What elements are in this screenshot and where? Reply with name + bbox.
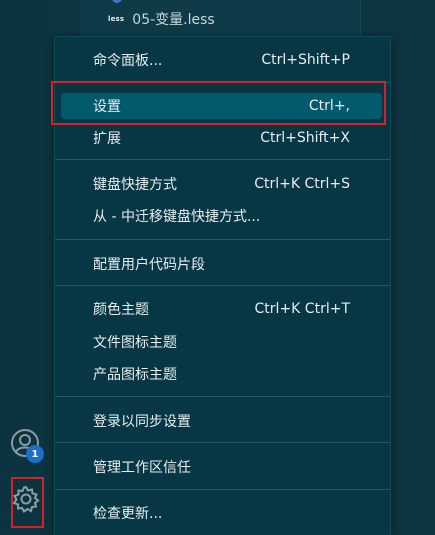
menu-item-settings-sync[interactable]: 登录以同步设置 xyxy=(61,408,382,434)
menu-item-color-theme[interactable]: 颜色主题 Ctrl+K Ctrl+T xyxy=(61,296,382,322)
file-name: 05-变量.less xyxy=(132,12,215,28)
menu-item-file-icon-theme[interactable]: 文件图标主题 xyxy=(61,329,382,355)
gear-highlight-annotation xyxy=(11,477,44,528)
menu-item-label: 文件图标主题 xyxy=(93,335,177,351)
menu-separator xyxy=(55,489,390,490)
menu-item-shortcut: Ctrl+K Ctrl+T xyxy=(254,301,350,317)
menu-separator xyxy=(55,396,390,397)
menu-item-workspace-trust[interactable]: 管理工作区信任 xyxy=(61,454,382,480)
menu-item-extensions[interactable]: 扩展 Ctrl+Shift+X xyxy=(61,125,382,151)
menu-item-migrate-keybindings[interactable]: 从 - 中迁移键盘快捷方式... xyxy=(61,203,382,229)
menu-item-user-snippets[interactable]: 配置用户代码片段 xyxy=(61,251,382,277)
settings-highlight-annotation xyxy=(51,81,386,125)
file-status-dot xyxy=(112,0,122,3)
menu-item-shortcut: Ctrl+Shift+X xyxy=(260,130,350,146)
menu-item-label: 颜色主题 xyxy=(93,302,149,318)
menu-separator xyxy=(55,285,390,286)
menu-item-check-updates[interactable]: 检查更新... xyxy=(61,500,382,526)
menu-separator xyxy=(55,239,390,240)
menu-item-shortcut: Ctrl+K Ctrl+S xyxy=(254,176,350,192)
menu-item-product-icon-theme[interactable]: 产品图标主题 xyxy=(61,361,382,387)
menu-item-label: 命令面板... xyxy=(93,53,163,69)
menu-item-label: 登录以同步设置 xyxy=(93,414,191,430)
less-file-icon: less xyxy=(108,15,125,23)
explorer-file-row[interactable]: less 05-变量.less xyxy=(80,0,361,36)
menu-item-label: 扩展 xyxy=(93,131,121,147)
menu-item-label: 管理工作区信任 xyxy=(93,460,191,476)
menu-item-command-palette[interactable]: 命令面板... Ctrl+Shift+P xyxy=(61,47,382,73)
activity-bar: 1 xyxy=(0,0,48,534)
menu-item-label: 产品图标主题 xyxy=(93,367,177,383)
menu-item-keyboard-shortcuts[interactable]: 键盘快捷方式 Ctrl+K Ctrl+S xyxy=(61,171,382,197)
menu-item-label: 键盘快捷方式 xyxy=(93,177,177,193)
menu-item-shortcut: Ctrl+Shift+P xyxy=(261,52,350,68)
menu-item-label: 检查更新... xyxy=(93,506,163,522)
menu-item-label: 从 - 中迁移键盘快捷方式... xyxy=(93,209,261,225)
menu-item-label: 配置用户代码片段 xyxy=(93,257,205,273)
accounts-badge: 1 xyxy=(26,445,44,463)
menu-separator xyxy=(55,159,390,160)
menu-separator xyxy=(55,442,390,443)
